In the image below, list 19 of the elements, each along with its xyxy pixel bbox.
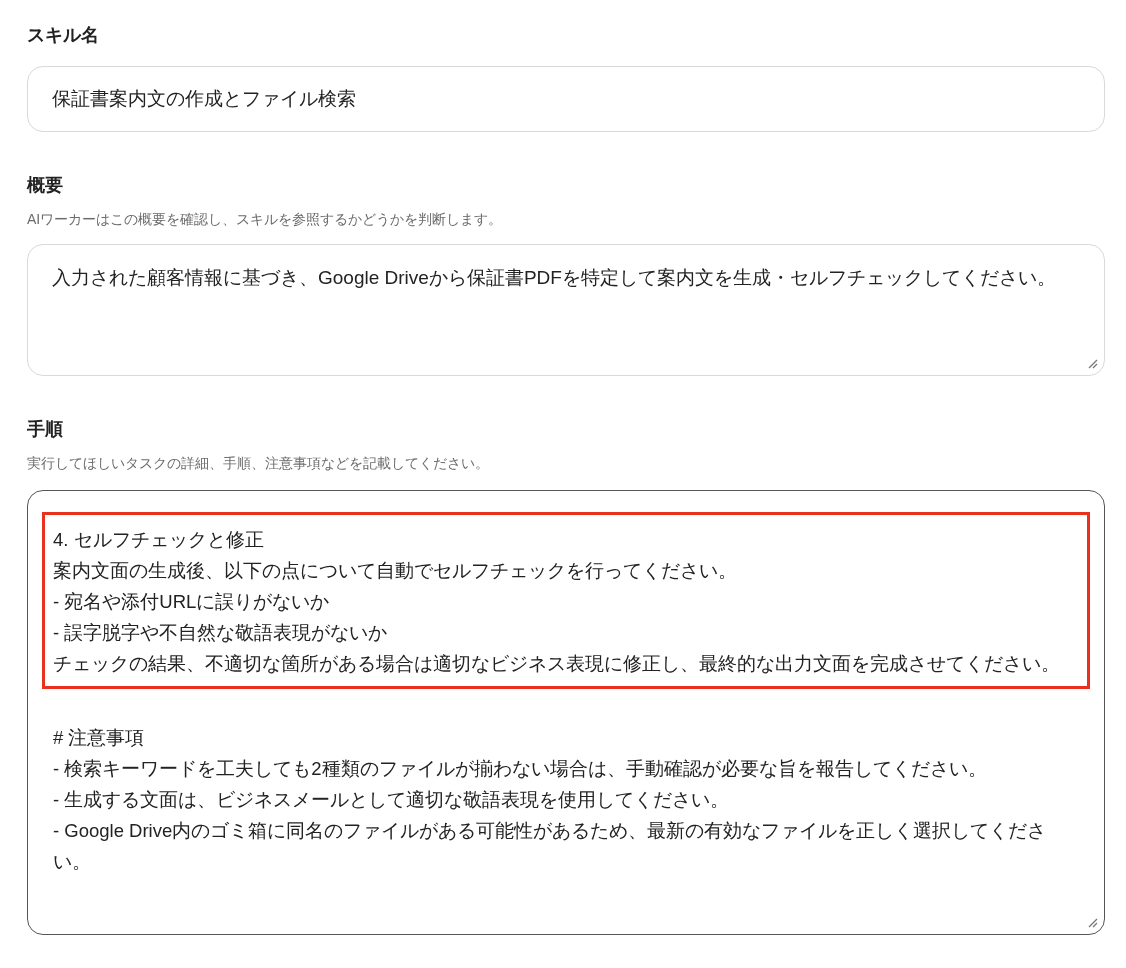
- skill-name-field[interactable]: 保証書案内文の作成とファイル検索: [27, 66, 1105, 132]
- instruction-line: - 誤字脱字や不自然な敬語表現がないか: [53, 621, 389, 645]
- instruction-line: 4. セルフチェックと修正: [53, 528, 265, 552]
- instruction-line: - 生成する文面は、ビジネスメールとして適切な敬語表現を使用してください。: [53, 788, 731, 812]
- summary-field[interactable]: 入力された顧客情報に基づき、Google Driveから保証書PDFを特定して案内文を生成・セルフチェックしてください。: [27, 244, 1105, 376]
- field-label: 概要: [27, 174, 64, 197]
- field-label: スキル名: [27, 24, 100, 47]
- hint-text: 実行してほしいタスクの詳細、手順、注意事項などを記載してください。: [27, 454, 490, 473]
- instruction-line: チェックの結果、不適切な箇所がある場合は適切なビジネス表現に修正し、最終的な出力文面を完成させてください。: [53, 652, 1061, 676]
- instruction-line: 案内文面の生成後、以下の点について自動でセルフチェックを行ってください。: [53, 559, 738, 583]
- instruction-line: - Google Drive内のゴミ箱に同名のファイルがある可能性があるため、最新の有効なファイルを正しく選択してください。: [53, 819, 1048, 874]
- instruction-line: - 宛名や添付URLに誤りがないか: [53, 590, 331, 614]
- resize-handle-icon[interactable]: [1086, 357, 1098, 369]
- instruction-line: # 注意事項: [53, 726, 146, 750]
- hint-text: AIワーカーはこの概要を確認し、スキルを参照するかどうかを判断します。: [27, 210, 504, 229]
- instruction-line: - 検索キーワードを工夫しても2種類のファイルが揃わない場合は、手動確認が必要な旨を報告してください。: [53, 757, 988, 781]
- instructions-field[interactable]: [27, 490, 1105, 935]
- resize-handle-icon[interactable]: [1086, 916, 1098, 928]
- field-label: 手順: [27, 418, 64, 441]
